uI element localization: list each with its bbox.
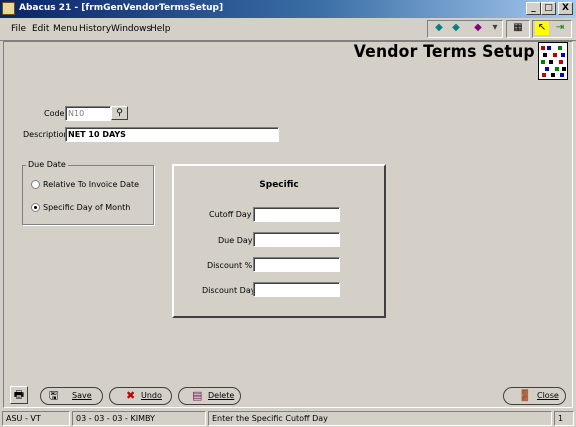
undo-x-icon: ✖ xyxy=(126,389,136,402)
close-button-label: Close xyxy=(537,391,559,400)
forward-arrow-icon[interactable]: ◆ xyxy=(449,21,463,35)
cutoff-day-field[interactable] xyxy=(253,207,340,222)
discount-day-field[interactable] xyxy=(253,282,340,297)
delete-button-label: Delete xyxy=(208,391,235,400)
delete-button[interactable]: ▤ Delete xyxy=(178,387,241,405)
cutoff-day-label: Cutoff Day xyxy=(209,210,252,219)
status-message: Enter the Specific Cutoff Day xyxy=(208,411,552,426)
status-page: 1 xyxy=(554,411,574,426)
abacus-logo xyxy=(538,42,568,80)
lookup-button[interactable]: ⚲ xyxy=(111,106,128,120)
status-user: 03 - 03 - 03 - KIMBY xyxy=(72,411,206,426)
save-icon: 🖫 xyxy=(49,389,59,402)
code-label: Code xyxy=(44,109,65,118)
bookmark-icon[interactable]: ◆ xyxy=(471,21,485,35)
specific-title: Specific xyxy=(259,180,299,190)
restore-button[interactable]: □ xyxy=(541,2,556,15)
menu-file[interactable]: File xyxy=(11,24,26,34)
back-arrow-icon[interactable]: ◆ xyxy=(432,21,446,35)
window-title: Abacus 21 - [frmGenVendorTermsSetup] xyxy=(19,3,224,13)
code-field[interactable]: N10 xyxy=(65,106,111,121)
undo-button-label: Undo xyxy=(141,391,162,400)
discount-day-label: Discount Day xyxy=(202,286,256,295)
menu-edit[interactable]: Edit xyxy=(32,24,49,34)
door-icon: 🚪 xyxy=(518,389,532,402)
relative-to-invoice-label[interactable]: Relative To Invoice Date xyxy=(43,180,139,189)
specific-day-radio[interactable] xyxy=(31,203,40,212)
due-date-group xyxy=(22,165,154,225)
status-company: ASU - VT xyxy=(2,411,70,426)
due-date-group-title: Due Date xyxy=(26,160,68,169)
discount-percent-label: Discount % xyxy=(207,261,253,270)
close-button[interactable]: 🚪 Close xyxy=(503,387,566,405)
delete-icon: ▤ xyxy=(192,389,203,402)
menu-menu[interactable]: Menu xyxy=(53,24,78,34)
calculator-icon[interactable]: ▦ xyxy=(511,21,525,35)
menu-history[interactable]: History xyxy=(79,24,111,34)
menu-windows[interactable]: Windows xyxy=(111,24,151,34)
menu-help[interactable]: Help xyxy=(150,24,171,34)
close-window-button[interactable]: X xyxy=(558,2,573,15)
undo-button[interactable]: ✖ Undo xyxy=(109,387,172,405)
print-icon[interactable]: 🖶 xyxy=(10,386,28,404)
due-day-field[interactable] xyxy=(253,232,340,247)
save-button-label: Save xyxy=(72,391,92,400)
discount-percent-field[interactable] xyxy=(253,257,340,272)
due-day-label: Due Day xyxy=(218,236,253,245)
page-title: Vendor Terms Setup xyxy=(353,42,535,62)
app-icon xyxy=(2,2,15,15)
dropdown-icon[interactable]: ▾ xyxy=(488,21,502,35)
help-pointer-icon[interactable]: ↖ xyxy=(535,21,549,35)
minimize-button[interactable]: _ xyxy=(526,2,541,15)
relative-to-invoice-radio[interactable] xyxy=(31,180,40,189)
search-icon: ⚲ xyxy=(116,108,123,118)
specific-day-label[interactable]: Specific Day of Month xyxy=(43,203,130,212)
description-field[interactable]: NET 10 DAYS xyxy=(65,127,279,142)
exit-icon[interactable]: ⇥ xyxy=(553,21,567,35)
save-button[interactable]: 🖫 Save xyxy=(40,387,103,405)
description-label: Description xyxy=(23,130,69,139)
